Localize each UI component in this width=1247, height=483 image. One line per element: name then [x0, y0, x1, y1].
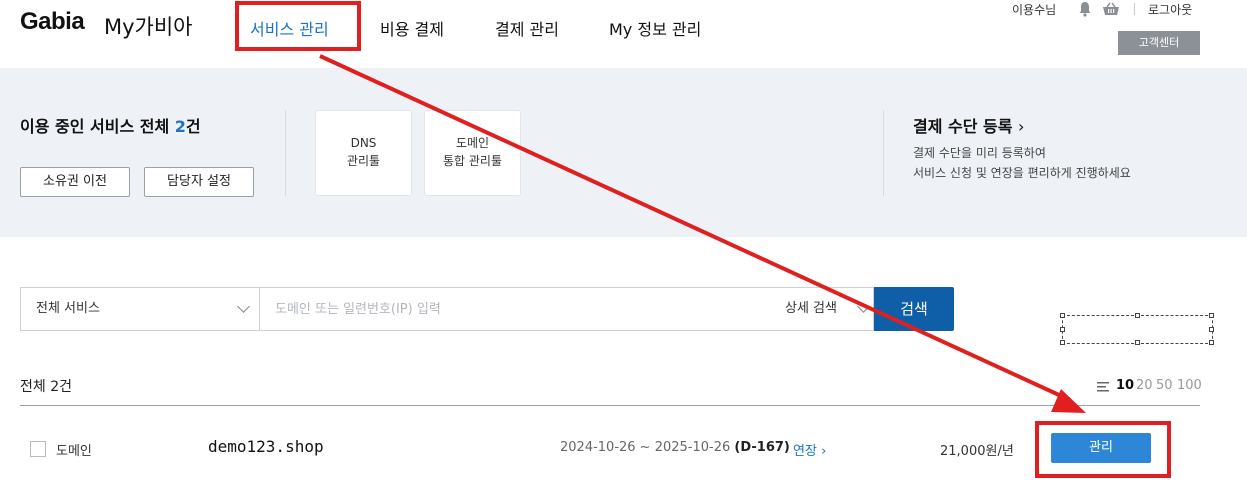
search-button[interactable]: 검색 [874, 287, 954, 331]
service-count: 2 [174, 117, 186, 136]
resize-handle[interactable] [1209, 313, 1214, 318]
resize-handle[interactable] [1060, 313, 1065, 318]
top-header: Gabia My가비아 서비스 관리 비용 결제 결제 관리 My 정보 관리 … [0, 0, 1247, 68]
chevron-down-icon [237, 300, 250, 313]
bell-icon[interactable] [1078, 1, 1092, 17]
resize-handle[interactable] [1135, 313, 1140, 318]
basket-icon[interactable] [1102, 2, 1120, 16]
resize-handle[interactable] [1209, 327, 1214, 332]
dns-tool-tile[interactable]: DNS 관리툴 [315, 110, 412, 196]
domain-name[interactable]: demo123.shop [208, 437, 324, 456]
band-divider-right [883, 110, 884, 196]
domain-tool-sublabel: 통합 관리툴 [442, 154, 502, 168]
price: 21,000원/년 [940, 444, 1014, 459]
total-count-label: 전체 2건 [20, 379, 72, 395]
payment-method-register-link[interactable]: 결제 수단 등록 › [913, 113, 1024, 137]
dns-tool-sublabel: 관리툴 [346, 154, 381, 168]
resize-handle[interactable] [1209, 340, 1214, 345]
advanced-search-toggle[interactable]: 상세 검색 [785, 288, 870, 330]
page-size-100[interactable]: 100 [1177, 378, 1202, 393]
domain-tool-tile[interactable]: 도메인 통합 관리툴 [424, 110, 521, 196]
resize-handle[interactable] [1060, 327, 1065, 332]
nav-billing[interactable]: 비용 결제 [380, 16, 444, 40]
extend-link[interactable]: 연장 › [793, 440, 826, 459]
resize-handle[interactable] [1060, 340, 1065, 345]
logout-link[interactable]: 로그아웃 [1148, 1, 1192, 18]
domain-tool-label: 도메인 [455, 136, 490, 150]
page-size-50[interactable]: 50 [1156, 378, 1173, 393]
service-period: 2024-10-26 ~ 2025-10-26 (D-167) [560, 440, 790, 455]
header-divider [1134, 3, 1135, 15]
search-input[interactable] [261, 288, 761, 330]
search-bar: 전체 서비스 상세 검색 [20, 287, 874, 331]
highlight-box-manage [1035, 421, 1171, 478]
band-divider [285, 110, 286, 196]
d-day-badge: (D-167) [734, 440, 790, 455]
list-divider [20, 405, 1200, 406]
chevron-down-icon [857, 300, 870, 313]
page-size-10[interactable]: 10 [1116, 378, 1134, 393]
payment-method-description: 결제 수단을 미리 등록하여 서비스 신청 및 연장을 편리하게 진행하세요 [913, 146, 1131, 180]
page-size-20[interactable]: 20 [1136, 378, 1153, 393]
gabia-logo[interactable]: Gabia [20, 8, 85, 36]
user-name[interactable]: 이용수님 [1012, 1, 1056, 18]
contact-settings-button[interactable]: 담당자 설정 [144, 167, 254, 197]
dns-tool-label: DNS [350, 136, 377, 150]
my-gabia-title[interactable]: My가비아 [104, 11, 193, 41]
service-type: 도메인 [56, 444, 92, 459]
customer-center-button[interactable]: 고객센터 [1118, 31, 1200, 55]
chevron-right-icon: › [1018, 117, 1025, 136]
service-type-select[interactable]: 전체 서비스 [21, 288, 260, 330]
service-count-title: 이용 중인 서비스 전체 2건 [20, 117, 201, 136]
resize-handle[interactable] [1135, 340, 1140, 345]
chevron-right-icon: › [821, 444, 827, 459]
nav-my-info[interactable]: My 정보 관리 [609, 16, 701, 40]
list-icon [1097, 382, 1109, 392]
nav-payment-management[interactable]: 결제 관리 [495, 16, 559, 40]
ownership-transfer-button[interactable]: 소유권 이전 [20, 167, 130, 197]
row-checkbox[interactable] [30, 441, 46, 457]
selection-box [1060, 313, 1214, 345]
highlight-box-nav [235, 1, 361, 51]
